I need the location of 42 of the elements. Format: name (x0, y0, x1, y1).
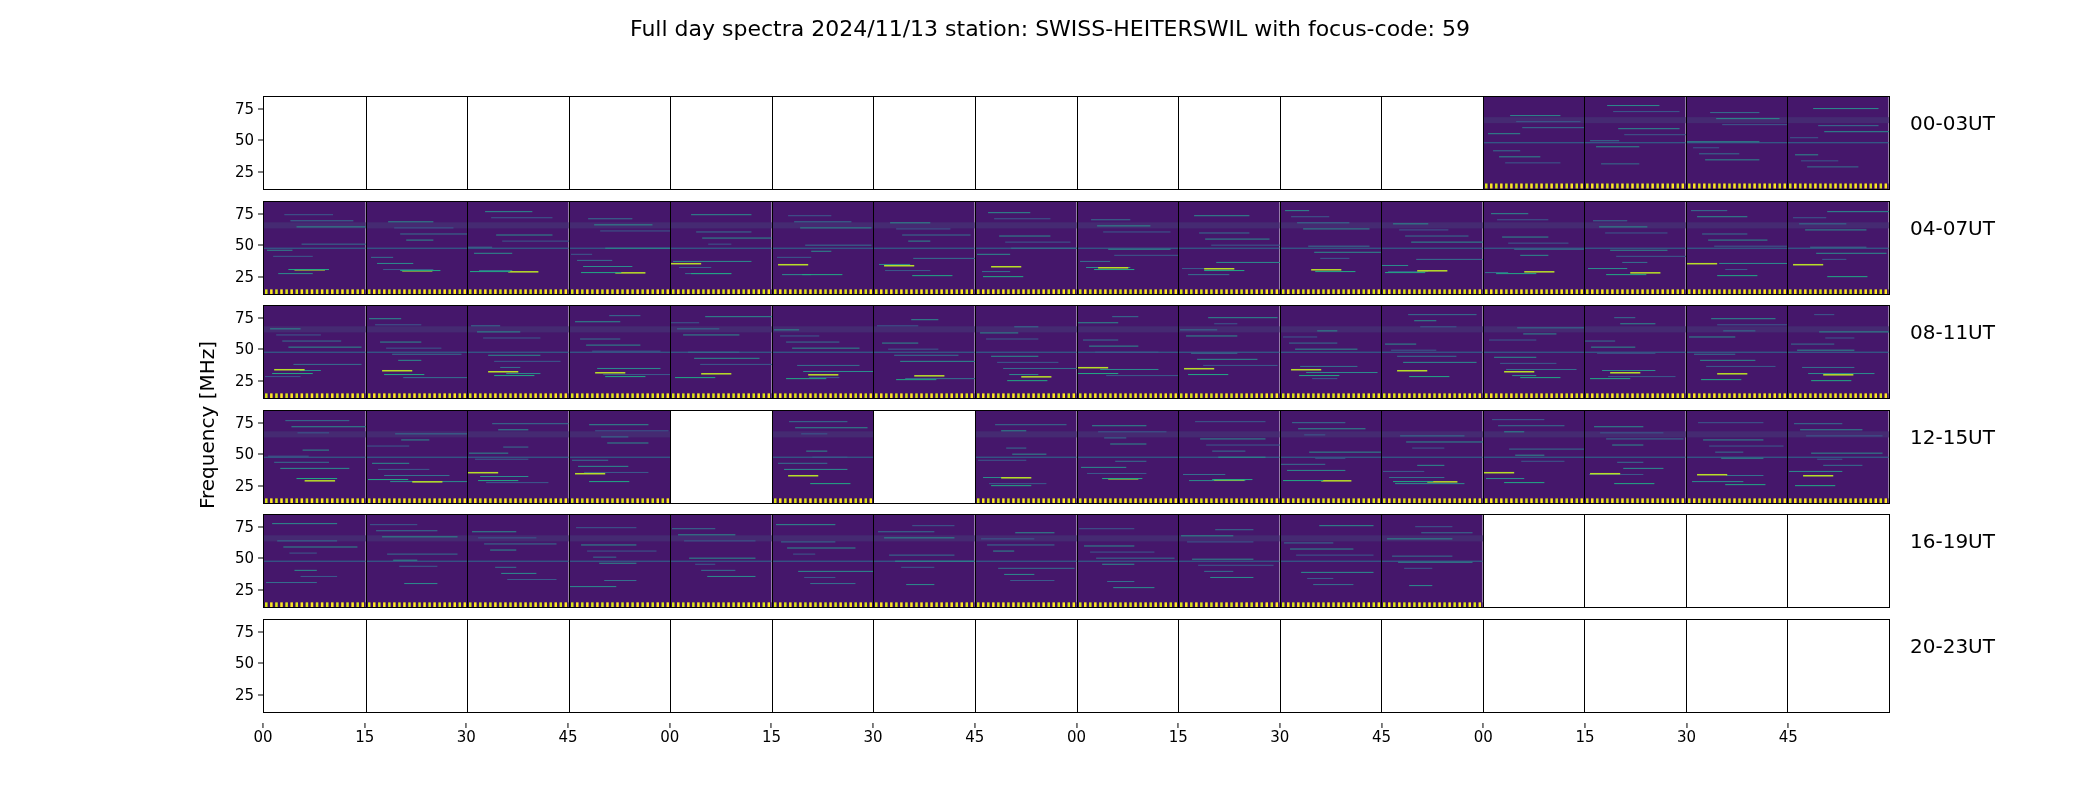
x-tick-label: 45 (965, 728, 985, 747)
y-tick-label: 75 (234, 624, 254, 640)
row-time-label: 12-15UT (1910, 424, 1995, 449)
row-time-label: 00-03UT (1910, 111, 1995, 135)
x-tick-label: 30 (456, 728, 476, 747)
row-time-label: 20-23UT (1910, 633, 1995, 658)
row-time-label: 16-19UT (1910, 529, 1995, 553)
y-tick-label: 25 (234, 478, 254, 494)
y-tick-label: 25 (234, 164, 254, 180)
x-tick-label: 45 (1778, 728, 1798, 747)
x-tick-label: 15 (761, 728, 781, 747)
y-tick-label: 50 (234, 550, 254, 566)
y-tick-label: 50 (234, 237, 254, 253)
x-tick-label: 00 (1066, 728, 1087, 747)
x-tick-label: 30 (1677, 728, 1697, 747)
x-tick-label: 30 (1270, 728, 1290, 747)
x-tick-label: 15 (1168, 728, 1188, 747)
x-tick-label: 45 (1372, 728, 1392, 747)
x-tick-label: 00 (253, 728, 273, 747)
y-tick-label: 50 (234, 446, 254, 462)
y-tick-label: 75 (234, 101, 254, 117)
x-tick-label: 00 (660, 728, 680, 747)
x-tick-label: 00 (1473, 728, 1493, 747)
row-time-label: 08-11UT (1910, 320, 1995, 344)
x-tick-label: 15 (355, 728, 375, 747)
y-axis-label: Frequency [MHz] (194, 340, 220, 509)
y-tick-label: 75 (234, 310, 254, 326)
y-tick-label: 75 (234, 415, 254, 431)
row-time-label: 04-07UT (1910, 215, 1995, 240)
y-tick-label: 25 (234, 582, 254, 598)
y-tick-label: 25 (234, 373, 254, 389)
y-tick-label: 50 (234, 341, 254, 357)
y-tick-label: 25 (234, 687, 254, 703)
x-tick-label: 30 (863, 728, 883, 747)
y-tick-label: 75 (234, 206, 254, 222)
figure-title: Full day spectra 2024/11/13 station: SWISS-HEITERSWIL with focus-code: 59 (629, 15, 1470, 43)
y-tick-label: 50 (234, 655, 254, 671)
y-tick-label: 25 (234, 269, 254, 285)
x-tick-label: 15 (1575, 728, 1595, 747)
y-tick-label: 50 (234, 132, 254, 148)
y-tick-label: 75 (234, 519, 254, 535)
x-tick-label: 45 (558, 728, 578, 747)
